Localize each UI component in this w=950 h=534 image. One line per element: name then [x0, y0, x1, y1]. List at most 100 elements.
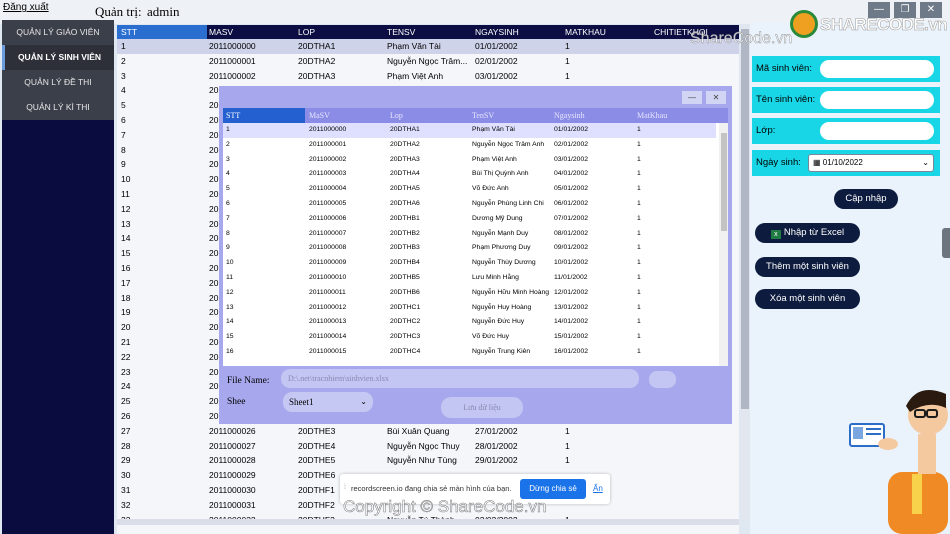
dialog-table-cell: 03/01/2002	[554, 155, 589, 163]
dialog-table-cell: 07/01/2002	[554, 214, 589, 222]
lop-input[interactable]	[820, 122, 934, 140]
table-cell: 7	[121, 129, 126, 140]
grid-horizontal-scrollbar[interactable]	[117, 519, 739, 525]
sidebar-item-giao-vien[interactable]: QUẢN LÝ GIÁO VIÊN	[2, 20, 114, 45]
table-row[interactable]: 28 2011000027 20DTHE4 Nguyễn Ngọc Thuy 28/01…	[117, 439, 739, 454]
dialog-grid-scrollbar[interactable]	[719, 123, 728, 366]
import-excel-button[interactable]: x Nhập từ Excel	[755, 223, 860, 243]
dialog-table-cell: 01/01/2002	[554, 126, 589, 133]
dialog-column-header[interactable]: Ngaysinh	[554, 108, 585, 123]
dialog-table-row[interactable]: 14 2011000013 20DTHC2 Nguyễn Đức Huy 14/01/2…	[223, 315, 716, 331]
dialog-table-row[interactable]: 11 2011000010 20DTHB5 Lưu Minh Hằng 11/01/20…	[223, 271, 716, 286]
dialog-column-header[interactable]: TenSV	[472, 108, 494, 123]
tensv-input[interactable]	[820, 91, 934, 109]
ngaysinh-datepicker[interactable]: ▦ 01/10/2022 ⌄	[808, 154, 934, 172]
table-cell: 29/01/2002	[475, 455, 518, 466]
masv-input[interactable]	[820, 60, 934, 78]
dialog-column-header[interactable]: MaSV	[309, 108, 330, 123]
dialog-table-cell: 1	[637, 318, 641, 326]
table-cell: 23	[121, 366, 131, 377]
grid-column-header[interactable]: TENSV	[387, 25, 415, 39]
dialog-table-row[interactable]: 4 2011000003 20DTHA4 Bùi Thị Quỳnh Anh 04/01…	[223, 167, 716, 183]
table-row[interactable]: 3 2011000002 20DTHA3 Phạm Việt Anh 03/01/200…	[117, 69, 739, 84]
table-row[interactable]: 2 2011000001 20DTHA2 Nguyễn Ngọc Trâm... 02/…	[117, 54, 739, 69]
dialog-table-row[interactable]: 8 2011000007 20DTHB2 Nguyễn Mạnh Duy 08/01/2…	[223, 226, 716, 242]
dialog-table-cell: 05/01/2002	[554, 185, 589, 193]
dialog-column-header[interactable]: MatKhau	[637, 108, 667, 123]
dialog-table-row[interactable]: 6 2011000005 20DTHA6 Nguyễn Phùng Linh Chi 0…	[223, 197, 716, 212]
save-data-button[interactable]: Lưu dữ liệu	[441, 397, 523, 418]
dialog-table-cell: Phạm Việt Anh	[472, 155, 517, 163]
dialog-table-cell: 14/01/2002	[554, 318, 589, 326]
file-path-input[interactable]: D:\.net\tracnhiem\sinhvien.xlsx	[281, 369, 639, 388]
table-cell: 31	[121, 485, 131, 495]
sheet-select[interactable]: Sheet1 ⌄	[283, 392, 373, 412]
dialog-table-cell: Võ Đức Huy	[472, 333, 510, 341]
delete-student-button[interactable]: Xóa một sinh viên	[755, 289, 860, 309]
table-row[interactable]: 27 2011000026 20DTHE3 Bùi Xuân Quang 27/01/2…	[117, 424, 739, 439]
table-row[interactable]: 1 2011000000 20DTHA1 Phạm Văn Tài 01/01/2002…	[117, 39, 739, 54]
table-cell: 20DTHA1	[298, 41, 336, 51]
grid-column-header[interactable]: LOP	[298, 25, 315, 39]
stop-sharing-button[interactable]: Dừng chia sẻ	[520, 479, 586, 499]
grid-column-header[interactable]: MASV	[209, 25, 233, 39]
dialog-minimize-button[interactable]: —	[682, 91, 702, 104]
dialog-table-cell: 20DTHC4	[390, 348, 421, 355]
sidebar-item-sinh-vien[interactable]: QUẢN LÝ SINH VIÊN	[2, 45, 114, 70]
table-cell: 27	[121, 425, 131, 436]
add-student-button[interactable]: Thêm một sinh viên	[755, 257, 860, 277]
panel-collapse-handle[interactable]	[942, 228, 950, 258]
scrollbar-thumb[interactable]	[741, 29, 749, 409]
dialog-preview-grid[interactable]: STT MaSV Lop TenSV Ngaysinh MatKhau 1 20110000…	[223, 108, 728, 366]
dialog-table-row[interactable]: 3 2011000002 20DTHA3 Phạm Việt Anh 03/01/200…	[223, 152, 716, 168]
sidebar-background	[2, 120, 114, 534]
hide-link[interactable]: Ẩn	[593, 484, 603, 493]
dialog-table-cell: 2011000014	[309, 333, 347, 341]
sidebar-item-ki-thi[interactable]: QUẢN LÝ KÌ THI	[2, 95, 114, 120]
dialog-table-row[interactable]: 7 2011000006 20DTHB1 Dương Mỹ Dung 07/01/200…	[223, 211, 716, 227]
dialog-table-row[interactable]: 9 2011000008 20DTHB3 Phạm Phương Duy 09/01/2…	[223, 241, 716, 257]
table-cell: 4	[121, 85, 126, 96]
dialog-column-header[interactable]: STT	[223, 108, 305, 123]
dialog-scrollbar-thumb[interactable]	[721, 133, 727, 231]
dialog-close-button[interactable]: ✕	[706, 91, 726, 104]
dialog-table-cell: 13	[226, 303, 234, 311]
dialog-table-row[interactable]: 15 2011000014 20DTHC3 Võ Đức Huy 15/01/2002 1	[223, 330, 716, 345]
dialog-table-cell: 1	[637, 288, 641, 296]
dialog-table-row[interactable]: 1 2011000000 20DTHA1 Phạm Văn Tài 01/01/2002…	[223, 123, 716, 138]
dialog-table-row[interactable]: 5 2011000004 20DTHA5 Võ Đức Anh 05/01/2002 1	[223, 182, 716, 197]
dialog-table-cell: Nguyễn Thùy Dương	[472, 259, 536, 267]
dialog-table-cell: 2011000004	[309, 185, 347, 193]
dialog-table-cell: Võ Đức Anh	[472, 185, 509, 193]
sidebar-item-de-thi[interactable]: QUẢN LÝ ĐỀ THI	[2, 70, 114, 95]
dialog-table-cell: 2011000010	[309, 274, 347, 281]
dialog-table-row[interactable]: 12 2011000011 20DTHB6 Nguyễn Hữu Minh Hoàng…	[223, 285, 716, 301]
dialog-table-cell: 20DTHB6	[390, 288, 420, 296]
grid-column-header[interactable]: MATKHAU	[565, 25, 606, 39]
table-cell: 20DTHE4	[298, 440, 336, 451]
dialog-table-cell: 1	[637, 185, 641, 193]
logo-text: SHARECODE.vn	[820, 15, 948, 35]
grid-vertical-scrollbar[interactable]	[740, 25, 750, 519]
update-button[interactable]: Cập nhập	[834, 189, 898, 209]
dialog-table-row[interactable]: 2 2011000001 20DTHA2 Nguyễn Ngọc Trâm Anh 02…	[223, 137, 716, 153]
dialog-table-row[interactable]: 13 2011000012 20DTHC1 Nguyễn Huy Hoàng 13/01…	[223, 300, 716, 316]
dialog-column-header[interactable]: Lop	[390, 108, 403, 123]
dialog-table-cell: 09/01/2002	[554, 244, 589, 252]
table-row[interactable]: 29 2011000028 20DTHE5 Nguyễn Như Tùng 29/01/…	[117, 453, 739, 468]
dialog-grid-header: STT MaSV Lop TenSV Ngaysinh MatKhau	[223, 108, 728, 123]
table-cell: 3	[121, 70, 126, 81]
browse-button[interactable]	[649, 371, 676, 388]
table-cell: 8	[121, 144, 126, 155]
dialog-table-cell: 20DTHA6	[390, 200, 420, 207]
dialog-table-row[interactable]: 16 2011000015 20DTHC4 Nguyễn Trung Kiên 16/0…	[223, 345, 716, 360]
dialog-table-row[interactable]: 10 2011000009 20DTHB4 Nguyễn Thùy Dương 10/0…	[223, 256, 716, 271]
grid-column-header[interactable]: NGAYSINH	[475, 25, 519, 39]
dialog-table-cell: 8	[226, 229, 230, 237]
dialog-table-cell: 1	[637, 348, 641, 355]
logout-link[interactable]: Đăng xuất	[3, 2, 49, 13]
grid-column-header[interactable]: STT	[117, 25, 207, 39]
drag-grip-icon[interactable]: ⁞	[344, 484, 346, 491]
table-cell: 02/01/2002	[475, 55, 518, 66]
dialog-table-cell: 4	[226, 170, 230, 178]
